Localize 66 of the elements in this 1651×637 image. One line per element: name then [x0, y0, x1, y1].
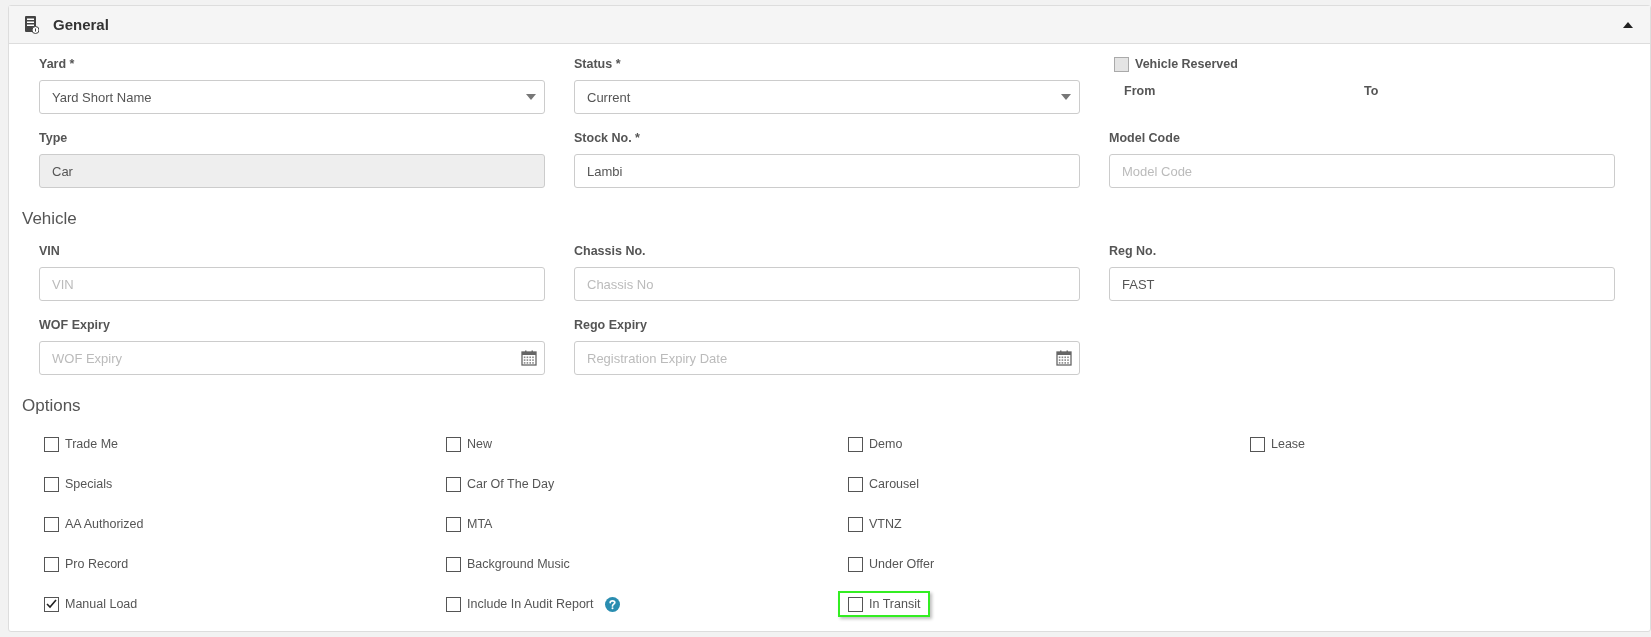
select-field[interactable]: Current	[574, 80, 1080, 114]
option-label: Car Of The Day	[467, 477, 555, 491]
input-field[interactable]: Model Code	[1109, 154, 1615, 188]
checkbox[interactable]	[848, 596, 863, 612]
section-heading: Vehicle	[22, 209, 78, 229]
checkbox[interactable]	[44, 596, 59, 612]
checkbox[interactable]	[44, 516, 59, 532]
document-info-icon	[25, 15, 39, 34]
checkbox[interactable]	[44, 476, 59, 492]
field-label: Stock No. *	[574, 131, 641, 146]
checkbox[interactable]	[44, 436, 59, 452]
input-field[interactable]: Chassis No	[574, 267, 1080, 301]
checkbox[interactable]	[446, 596, 461, 612]
option-label: Demo	[869, 437, 903, 451]
checkbox[interactable]	[44, 556, 59, 572]
calendar-icon[interactable]	[1056, 350, 1072, 366]
select-field[interactable]: Yard Short Name	[39, 80, 545, 114]
checkbox[interactable]	[848, 436, 863, 452]
input-field[interactable]: VIN	[39, 267, 545, 301]
field-label: Type	[39, 131, 69, 146]
panel-header[interactable]: General	[9, 6, 1650, 44]
option-label: Trade Me	[65, 437, 119, 451]
field-label: Reg No.	[1109, 244, 1158, 259]
option-label: Lease	[1271, 437, 1306, 451]
option-label: In Transit	[869, 597, 921, 611]
checkbox[interactable]	[848, 476, 863, 492]
checkbox[interactable]	[1114, 57, 1129, 72]
input-field[interactable]: Lambi	[574, 154, 1080, 188]
checkbox[interactable]	[446, 556, 461, 572]
panel-title: General	[53, 16, 110, 33]
field-label: Chassis No.	[574, 244, 647, 259]
option-label: Include In Audit Report	[467, 597, 594, 611]
field-label: Model Code	[1109, 131, 1181, 146]
section-heading: Options	[22, 396, 82, 416]
field-label: WOF Expiry	[39, 318, 111, 333]
option-label: MTA	[467, 517, 493, 531]
checkbox[interactable]	[446, 476, 461, 492]
date-field[interactable]: Registration Expiry Date	[574, 341, 1080, 375]
checkbox[interactable]	[446, 436, 461, 452]
field-label: Rego Expiry	[574, 318, 648, 333]
dropdown-caret-icon	[526, 94, 536, 100]
option-label: Background Music	[467, 557, 570, 571]
option-label: Carousel	[869, 477, 920, 491]
dropdown-caret-icon	[1061, 94, 1071, 100]
checkbox[interactable]	[848, 516, 863, 532]
field-label: To	[1364, 84, 1380, 99]
checkbox[interactable]	[1250, 436, 1265, 452]
field-label: Status *	[574, 57, 622, 72]
help-icon[interactable]	[605, 596, 621, 612]
option-label: Manual Load	[65, 597, 138, 611]
option-label: VTNZ	[869, 517, 902, 531]
collapse-caret-icon[interactable]	[1623, 21, 1633, 28]
field-label: From	[1124, 84, 1157, 99]
calendar-icon[interactable]	[521, 350, 537, 366]
input-field[interactable]: FAST	[1109, 267, 1615, 301]
option-label: New	[467, 437, 492, 451]
checkbox[interactable]	[446, 516, 461, 532]
option-label: Specials	[65, 477, 113, 491]
field-label: Yard *	[39, 57, 76, 72]
option-label: Under Offer	[869, 557, 935, 571]
checkbox[interactable]	[848, 556, 863, 572]
option-label: Pro Record	[65, 557, 129, 571]
field-label: Vehicle Reserved	[1135, 57, 1238, 72]
option-label: AA Authorized	[65, 517, 144, 531]
date-field[interactable]: WOF Expiry	[39, 341, 545, 375]
field-label: VIN	[39, 244, 61, 259]
